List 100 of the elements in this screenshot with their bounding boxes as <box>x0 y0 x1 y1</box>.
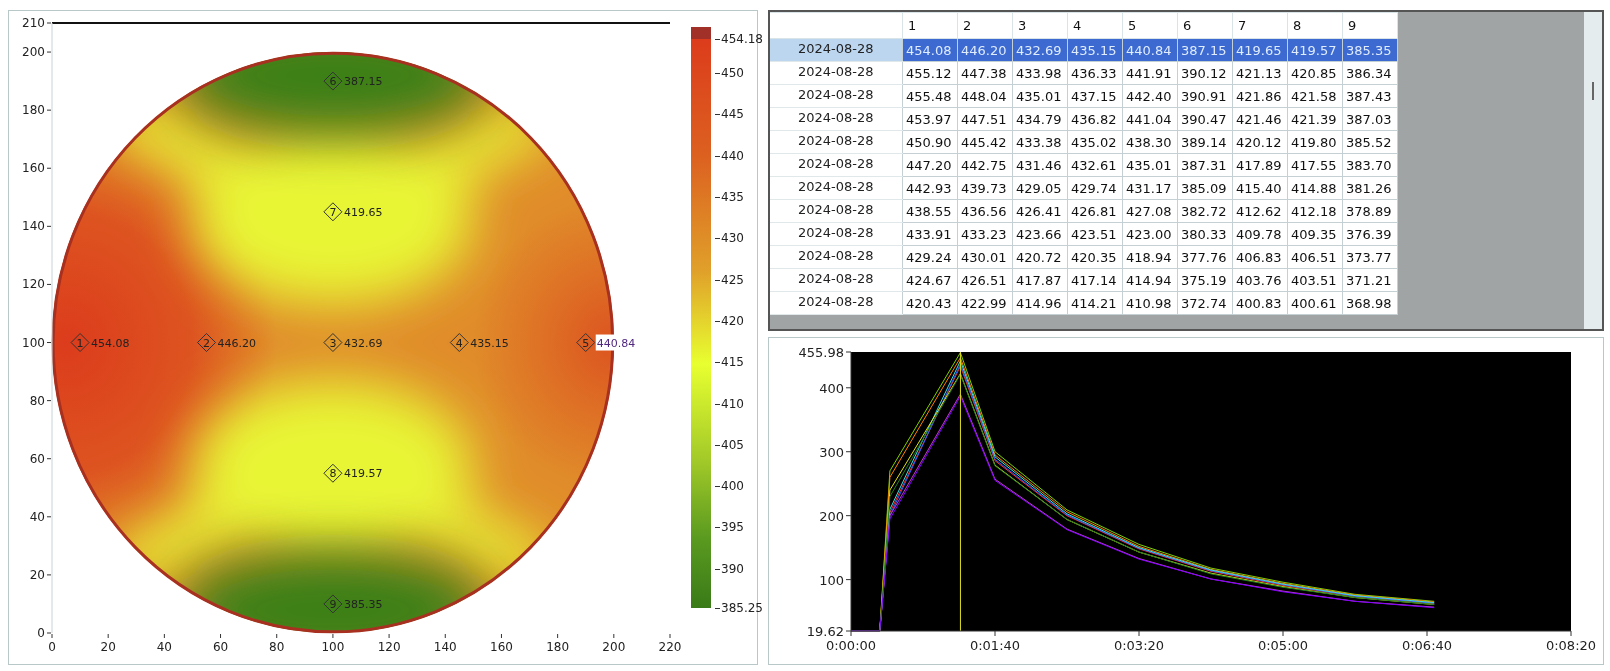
colorbar-tick-label: 435 <box>715 190 744 205</box>
axis-tick-label: 100 <box>321 640 345 654</box>
axis-tick-label: 19.62 <box>806 624 844 639</box>
sensor-reading: 432.69 <box>343 336 383 350</box>
axis-tick-label: 180 <box>546 640 570 654</box>
axis-tick-label: 40 <box>29 509 45 524</box>
sensor-reading: 446.20 <box>217 336 256 350</box>
table-cell: 438.55 <box>902 199 958 223</box>
sensor-reading: 385.35 <box>343 597 383 611</box>
colorbar-tick-label: 420 <box>715 313 744 328</box>
column-header[interactable]: 5 <box>1122 12 1178 39</box>
column-header[interactable]: 9 <box>1342 12 1398 39</box>
sensor-reading: 440.84 <box>596 336 636 350</box>
axis-tick-label: 60 <box>212 640 229 654</box>
row-header[interactable]: 2024-08-28 <box>770 107 903 131</box>
row-header[interactable]: 2024-08-28 <box>770 61 903 85</box>
table-cell: 429.24 <box>902 245 958 269</box>
table-cell: 420.43 <box>902 291 958 315</box>
axis-tick-label: 300 <box>819 444 844 460</box>
axis-tick-label: 60 <box>29 451 45 466</box>
colorbar-tick-label: 390 <box>715 561 744 576</box>
axis-tick-label: 80 <box>29 393 45 408</box>
table-cell: 433.91 <box>902 222 958 246</box>
axis-tick-label: 210 <box>22 16 45 30</box>
axis-tick-label: 0 <box>48 640 56 654</box>
axis-tick-label: 140 <box>22 219 45 234</box>
axis-tick-label: 100 <box>22 335 45 350</box>
axis-tick-label: 220 <box>658 640 681 654</box>
column-header[interactable]: 6 <box>1177 12 1233 39</box>
table-cell: 454.08 <box>902 38 958 62</box>
sensor-marker[interactable]: 4 <box>449 333 469 352</box>
row-header[interactable]: 2024-08-28 <box>770 291 903 315</box>
axis-tick-label: 120 <box>22 277 45 292</box>
sensor-marker[interactable]: 3 <box>323 333 343 352</box>
axis-tick-label: 0:00:00 <box>825 638 877 653</box>
axis-tick-label: 120 <box>377 640 401 654</box>
colorbar-tick-label: 415 <box>715 355 744 370</box>
sensor-marker[interactable]: 5 <box>576 333 596 352</box>
colorbar-tick-label: 400 <box>715 479 744 494</box>
axis-tick-label: 200 <box>602 640 626 654</box>
colorbar-tick-label: 425 <box>715 272 744 287</box>
sensor-marker[interactable]: 1 <box>70 333 90 352</box>
row-header[interactable]: 2024-08-28 <box>770 245 903 269</box>
row-header[interactable]: 2024-08-28 <box>770 130 903 154</box>
column-header[interactable]: 3 <box>1012 12 1068 39</box>
column-header[interactable]: 7 <box>1232 12 1288 39</box>
column-header[interactable]: 1 <box>902 12 958 39</box>
axis-tick-label: 180 <box>22 103 45 118</box>
row-header[interactable]: 2024-08-28 <box>770 153 903 177</box>
colorbar-tick-label: 405 <box>715 437 744 452</box>
row-header[interactable]: 2024-08-28 <box>770 268 903 292</box>
column-header[interactable]: 2 <box>957 12 1013 39</box>
table-cell: 447.20 <box>902 153 958 177</box>
axis-tick-label: 200 <box>819 508 844 524</box>
axis-tick-label: 160 <box>490 640 513 654</box>
colorbar-tick-label: 430 <box>715 231 744 246</box>
axis-tick-label: 0:03:20 <box>1113 638 1165 653</box>
row-header[interactable]: 2024-08-28 <box>770 38 903 62</box>
axis-tick-label: 140 <box>433 640 457 654</box>
sensor-reading: 419.57 <box>343 467 383 481</box>
axis-tick-label: 0:06:40 <box>1401 638 1453 653</box>
axis-tick-label: 455.98 <box>798 345 844 360</box>
axis-tick-label: 0:05:00 <box>1257 638 1309 653</box>
axis-tick-label: 200 <box>22 45 45 60</box>
sensor-reading: 387.15 <box>343 75 383 89</box>
colorbar-tick-label: 385.25 <box>715 601 763 615</box>
axis-tick-label: 0 <box>37 626 45 640</box>
axis-tick-label: 20 <box>29 567 45 582</box>
axis-tick-label: 100 <box>819 572 844 588</box>
sensor-marker[interactable]: 7 <box>323 202 343 222</box>
table-cell: 453.97 <box>902 107 958 131</box>
column-header[interactable]: 8 <box>1287 12 1343 39</box>
colorbar-tick-label: 410 <box>715 396 744 411</box>
table-cell: 424.67 <box>902 268 958 292</box>
table-cell: 455.12 <box>902 61 958 85</box>
axis-tick-label: 0:08:20 <box>1545 638 1597 653</box>
axis-tick-label: 80 <box>269 640 285 654</box>
sensor-reading: 419.65 <box>343 205 383 219</box>
axis-tick-label: 400 <box>819 380 844 396</box>
table-cell: 450.90 <box>902 130 958 154</box>
axis-tick-label: 40 <box>156 640 172 654</box>
table-cell: 455.48 <box>902 84 958 108</box>
colorbar-tick-label: 445 <box>715 107 744 122</box>
sensor-reading: 435.15 <box>470 336 509 350</box>
colorbar-tick-label: 450 <box>715 66 744 81</box>
row-header[interactable]: 2024-08-28 <box>770 176 903 200</box>
sensor-marker[interactable]: 2 <box>197 333 216 352</box>
row-header[interactable]: 2024-08-28 <box>770 199 903 223</box>
table-cell: 442.93 <box>902 176 958 200</box>
colorbar-tick-label: 395 <box>715 520 744 535</box>
sensor-marker[interactable]: 8 <box>323 463 343 483</box>
axis-tick-label: 20 <box>100 640 116 654</box>
colorbar-tick-label: 454.18 <box>715 31 763 46</box>
column-header[interactable]: 4 <box>1067 12 1123 39</box>
row-header[interactable]: 2024-08-28 <box>770 84 903 108</box>
colorbar-tick-label: 440 <box>715 148 744 163</box>
sensor-reading: 454.08 <box>91 336 130 350</box>
row-header[interactable]: 2024-08-28 <box>770 222 903 246</box>
scrollbar[interactable] <box>1584 12 1602 329</box>
axis-tick-label: 0:01:40 <box>969 638 1021 653</box>
